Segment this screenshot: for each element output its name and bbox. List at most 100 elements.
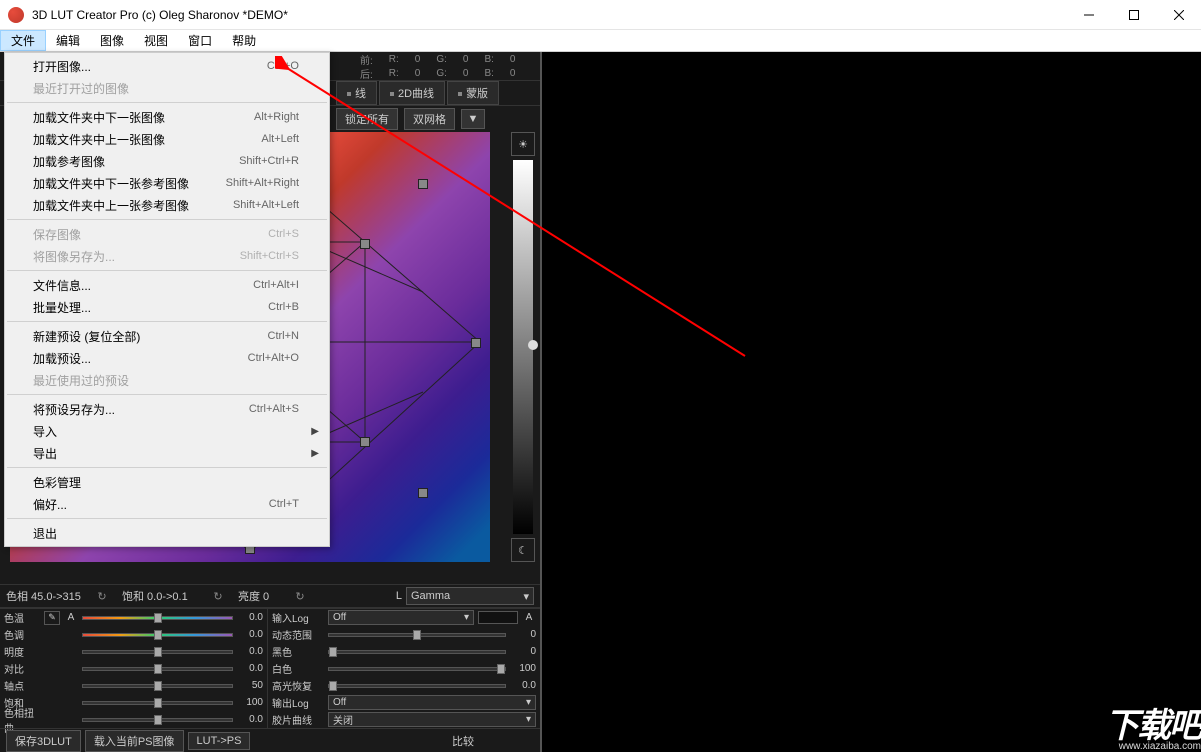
menu-item-label: 导入 <box>33 423 57 440</box>
menu-item[interactable]: 批量处理...Ctrl+B <box>5 296 329 318</box>
gamma-dropdown[interactable]: Gamma▾ <box>406 587 534 605</box>
tab-mask[interactable]: 蒙版 <box>447 81 499 105</box>
slider-thumb[interactable] <box>154 630 162 640</box>
lut-to-ps-button[interactable]: LUT->PS <box>188 732 251 750</box>
slider-thumb[interactable] <box>329 647 337 657</box>
mode-letter[interactable]: A <box>522 612 536 623</box>
reset-icon[interactable]: ↻ <box>292 588 308 604</box>
window-controls <box>1066 0 1201 30</box>
menu-item[interactable]: 加载参考图像Shift+Ctrl+R <box>5 150 329 172</box>
dual-grid-button[interactable]: 双网格 <box>404 108 455 130</box>
dropdown-toggle-button[interactable]: ▼ <box>461 109 485 129</box>
menu-item[interactable]: 导出▶ <box>5 442 329 464</box>
select-dropdown[interactable]: Off▾ <box>328 610 474 625</box>
menu-item[interactable]: 偏好...Ctrl+T <box>5 493 329 515</box>
bottom-buttons-row: 保存3DLUT 载入当前PS图像 LUT->PS 比较 <box>0 728 540 752</box>
slider-thumb[interactable] <box>497 664 505 674</box>
menu-file[interactable]: 文件 <box>0 30 46 51</box>
menu-item-label: 批量处理... <box>33 299 91 316</box>
slider-thumb[interactable] <box>154 698 162 708</box>
slider-track[interactable] <box>82 650 233 654</box>
menu-image[interactable]: 图像 <box>90 30 134 51</box>
brightness-strip: ☀ ☾ <box>508 132 538 562</box>
reset-icon[interactable]: ↻ <box>210 588 226 604</box>
menu-item[interactable]: 新建预设 (复位全部)Ctrl+N <box>5 325 329 347</box>
slider-thumb[interactable] <box>154 613 162 623</box>
menu-item[interactable]: 将预设另存为...Ctrl+Alt+S <box>5 398 329 420</box>
menu-shortcut: Shift+Alt+Right <box>226 177 299 189</box>
slider-thumb[interactable] <box>329 681 337 691</box>
sliders-left-column: 色温✎A0.0色调0.0明度0.0对比0.0轴点50饱和100色相扭曲0.0 <box>0 609 268 728</box>
compare-label[interactable]: 比较 <box>452 733 474 749</box>
moon-icon[interactable]: ☾ <box>511 538 535 562</box>
menu-view[interactable]: 视图 <box>134 30 178 51</box>
select-dropdown[interactable]: 关闭▾ <box>328 712 536 727</box>
select-dropdown[interactable]: Off▾ <box>328 695 536 710</box>
menu-shortcut: Ctrl+S <box>268 228 299 240</box>
menu-item[interactable]: 加载文件夹中下一张参考图像Shift+Alt+Right <box>5 172 329 194</box>
menu-item: 保存图像Ctrl+S <box>5 223 329 245</box>
before-label: 前: <box>360 52 373 67</box>
mode-letter[interactable]: A <box>64 612 78 623</box>
menu-item[interactable]: 加载文件夹中下一张图像Alt+Right <box>5 106 329 128</box>
slider-track[interactable] <box>82 718 233 722</box>
preview-panel: 下载吧 www.xiazaiba.com <box>540 52 1201 752</box>
slider-thumb[interactable] <box>154 664 162 674</box>
reset-icon[interactable]: ↻ <box>94 588 110 604</box>
menu-item-label: 加载预设... <box>33 350 91 367</box>
color-well[interactable] <box>478 611 518 624</box>
menu-help[interactable]: 帮助 <box>222 30 266 51</box>
menu-item[interactable]: 导入▶ <box>5 420 329 442</box>
eyedropper-icon[interactable]: ✎ <box>44 611 60 625</box>
slider-label: 对比 <box>4 661 40 676</box>
save-3dlut-button[interactable]: 保存3DLUT <box>6 730 81 752</box>
slider-track[interactable] <box>328 633 506 637</box>
slider-row: 轴点50 <box>0 677 267 694</box>
load-ps-image-button[interactable]: 载入当前PS图像 <box>85 730 184 752</box>
menu-item-label: 退出 <box>33 525 57 542</box>
menu-item[interactable]: 加载预设...Ctrl+Alt+O <box>5 347 329 369</box>
lock-all-button[interactable]: 锁定所有 <box>336 108 398 130</box>
menu-item-label: 新建预设 (复位全部) <box>33 328 140 345</box>
menu-item[interactable]: 加载文件夹中上一张图像Alt+Left <box>5 128 329 150</box>
menu-item[interactable]: 打开图像...Ctrl+O <box>5 55 329 77</box>
slider-track[interactable] <box>82 667 233 671</box>
menu-shortcut: Alt+Right <box>254 111 299 123</box>
slider-value: 0.0 <box>237 714 263 725</box>
file-dropdown-menu: 打开图像...Ctrl+O最近打开过的图像加载文件夹中下一张图像Alt+Righ… <box>4 52 330 547</box>
maximize-button[interactable] <box>1111 0 1156 30</box>
slider-row: 色相扭曲0.0 <box>0 711 267 728</box>
slider-thumb[interactable] <box>154 715 162 725</box>
menu-item[interactable]: 加载文件夹中上一张参考图像Shift+Alt+Left <box>5 194 329 216</box>
tab-2d-curve[interactable]: 2D曲线 <box>379 81 445 105</box>
slider-track[interactable] <box>82 701 233 705</box>
tab-line[interactable]: 线 <box>336 81 377 105</box>
hsb-controls-row: 色相 45.0->315↻ 饱和 0.0->0.1↻ 亮度 0↻ L Gamma… <box>0 584 540 608</box>
menu-edit[interactable]: 编辑 <box>46 30 90 51</box>
slider-thumb[interactable] <box>154 647 162 657</box>
minimize-button[interactable] <box>1066 0 1111 30</box>
brightness-slider[interactable] <box>513 160 533 534</box>
slider-track[interactable] <box>328 650 506 654</box>
slider-track[interactable] <box>82 684 233 688</box>
brightness-handle[interactable] <box>528 340 538 350</box>
menu-window[interactable]: 窗口 <box>178 30 222 51</box>
sliders-right-column: 输入LogOff▾A动态范围0黑色0白色100高光恢复0.0输出LogOff▾胶… <box>268 609 540 728</box>
slider-track[interactable] <box>82 633 233 637</box>
slider-track[interactable] <box>328 684 506 688</box>
menu-separator <box>7 102 327 103</box>
slider-thumb[interactable] <box>413 630 421 640</box>
slider-track[interactable] <box>82 616 233 620</box>
menu-item[interactable]: 文件信息...Ctrl+Alt+I <box>5 274 329 296</box>
sun-icon[interactable]: ☀ <box>511 132 535 156</box>
slider-row: 色温✎A0.0 <box>0 609 267 626</box>
menu-item[interactable]: 色彩管理 <box>5 471 329 493</box>
menu-item-label: 偏好... <box>33 496 67 513</box>
close-button[interactable] <box>1156 0 1201 30</box>
sliders-block: 色温✎A0.0色调0.0明度0.0对比0.0轴点50饱和100色相扭曲0.0 输… <box>0 608 540 728</box>
slider-track[interactable] <box>328 667 506 671</box>
slider-label: 胶片曲线 <box>272 712 324 727</box>
slider-row: 饱和100 <box>0 694 267 711</box>
menu-item[interactable]: 退出 <box>5 522 329 544</box>
slider-thumb[interactable] <box>154 681 162 691</box>
